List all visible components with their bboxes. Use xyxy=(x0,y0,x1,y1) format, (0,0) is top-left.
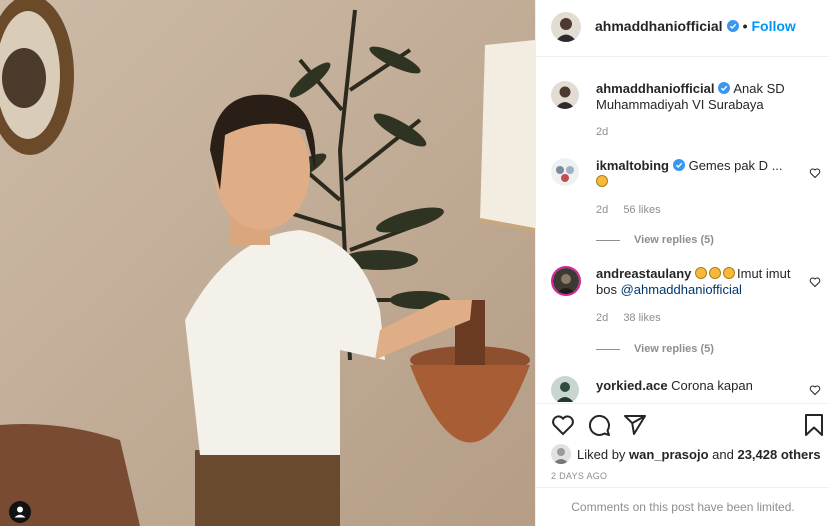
comment-username[interactable]: yorkied.ace xyxy=(596,378,668,393)
follow-button[interactable]: Follow xyxy=(751,18,795,34)
post-header: ahmaddhaniofficial • Follow xyxy=(536,0,829,57)
post-photo[interactable] xyxy=(0,0,535,526)
comments-limited-notice: Comments on this post have been limited. xyxy=(536,487,829,527)
verified-badge-icon xyxy=(718,82,731,94)
caption: ahmaddhaniofficial Anak SD Muhammadiyah … xyxy=(551,81,821,141)
heart-icon[interactable] xyxy=(551,413,575,437)
avatar[interactable] xyxy=(551,266,581,296)
comment-heart-icon[interactable] xyxy=(809,276,821,288)
laughing-emoji-icon xyxy=(695,267,707,279)
action-bar xyxy=(536,403,829,444)
comment-age[interactable]: 2d xyxy=(596,312,608,324)
view-replies-button[interactable]: View replies (5) xyxy=(596,234,714,246)
photo-illustration xyxy=(0,0,535,526)
verified-badge-icon xyxy=(672,159,685,171)
comment-heart-icon[interactable] xyxy=(809,167,821,179)
comment-item: ikmaltobing Gemes pak D ... 2d 56 likes … xyxy=(551,158,821,248)
avatar[interactable] xyxy=(551,158,579,186)
avatar[interactable] xyxy=(551,81,579,109)
comment-likes[interactable]: 56 likes xyxy=(623,204,660,216)
verified-badge-icon xyxy=(726,20,739,32)
replies-divider xyxy=(596,239,620,241)
header-username[interactable]: ahmaddhaniofficial xyxy=(595,18,723,34)
post-panel: ahmaddhaniofficial • Follow ahmaddhanioffi… xyxy=(535,0,829,526)
comment-mention[interactable]: @ahmaddhaniofficial xyxy=(621,282,742,297)
post-date[interactable]: 2 DAYS AGO xyxy=(551,471,607,481)
laughing-emoji-icon xyxy=(709,267,721,279)
avatar[interactable] xyxy=(551,376,579,402)
bookmark-icon[interactable] xyxy=(802,413,826,437)
comment-text: Gemes pak D xyxy=(688,158,769,173)
comment-item: yorkied.ace Corona kapan xyxy=(551,376,821,402)
comment-username[interactable]: andreastaulany xyxy=(596,266,691,281)
caption-username[interactable]: ahmaddhaniofficial xyxy=(596,81,714,96)
comment-username[interactable]: ikmaltobing xyxy=(596,158,669,173)
separator-dot: • xyxy=(742,18,748,34)
avatar[interactable] xyxy=(551,12,581,42)
comment-heart-icon[interactable] xyxy=(809,384,821,396)
likes-mid: and xyxy=(712,446,734,462)
comment-ellipsis: ... xyxy=(771,158,783,173)
comment-icon[interactable] xyxy=(587,413,611,437)
user-tag-icon[interactable] xyxy=(9,501,31,523)
laughing-emoji-icon xyxy=(596,175,608,187)
likes-summary: Liked by wan_prasojo and 23,428 others xyxy=(551,444,821,464)
comment-age[interactable]: 2d xyxy=(596,204,608,216)
view-replies-label: View replies (5) xyxy=(634,234,714,246)
likes-count[interactable]: 23,428 others xyxy=(737,447,820,462)
comment-text: Corona kapan xyxy=(671,378,753,393)
comment-likes[interactable]: 38 likes xyxy=(623,312,660,324)
caption-age[interactable]: 2d xyxy=(596,126,608,138)
liked-by-user[interactable]: wan_prasojo xyxy=(629,447,708,462)
share-icon[interactable] xyxy=(623,413,647,437)
likes-prefix: Liked by xyxy=(577,446,626,462)
view-replies-button[interactable]: View replies (5) xyxy=(596,343,714,355)
laughing-emoji-icon xyxy=(723,267,735,279)
comment-item: andreastaulany Imut imut bos @ahmaddhani… xyxy=(551,266,821,356)
view-replies-label: View replies (5) xyxy=(634,343,714,355)
replies-divider xyxy=(596,348,620,350)
avatar[interactable] xyxy=(551,444,571,464)
